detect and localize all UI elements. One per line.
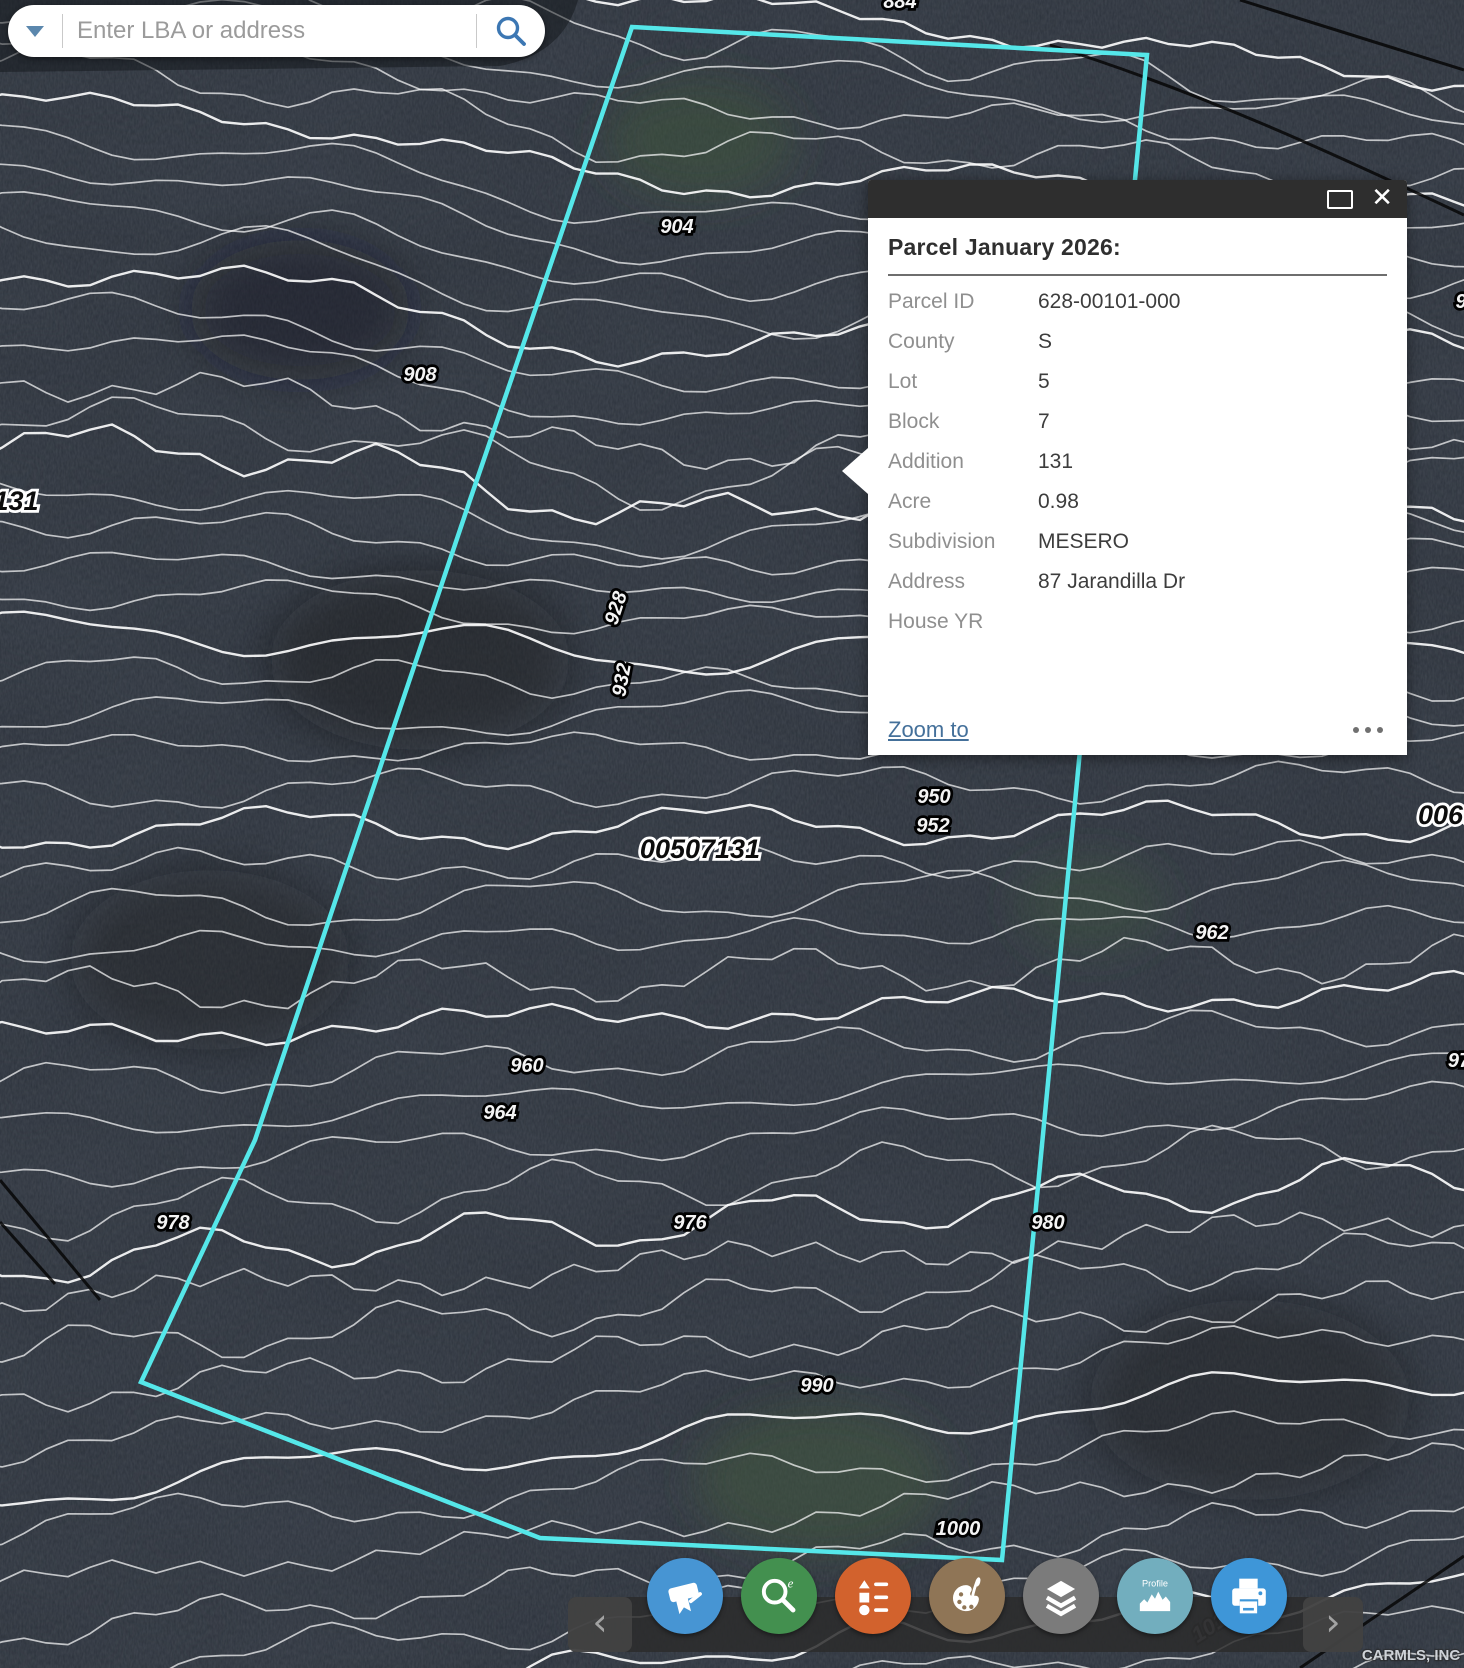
contour-label: 884 [883,0,916,13]
parcel-number-label: 131 [0,486,39,516]
contour-label: 964 [483,1102,516,1124]
contour-label: 9 [1455,291,1464,313]
field-value: MESERO [1038,530,1129,554]
field-row: County S [888,322,1387,362]
field-value: 131 [1038,450,1073,474]
field-label: House YR [888,610,1038,634]
chevron-right-icon: › [1325,1603,1340,1641]
field-value: 628-00101-000 [1038,290,1180,314]
field-value: 87 Jarandilla Dr [1038,570,1185,594]
field-label: Block [888,410,1038,434]
map-watermark: CARMLS, INC [1362,1647,1460,1664]
toolbar-prev-button[interactable]: ‹ [568,1597,632,1652]
field-label: Subdivision [888,530,1038,554]
field-label: Parcel ID [888,290,1038,314]
parcel-map-app: 8849049089289329509529629609649789769809… [0,0,1464,1668]
bookmarks-button[interactable] [647,1558,723,1634]
chevron-down-icon [26,26,44,37]
layers-icon [1035,1570,1087,1622]
contour-label: 908 [403,364,437,386]
field-row: Acre 0.98 [888,482,1387,522]
field-value: 5 [1038,370,1050,394]
toolbar-next-button[interactable]: › [1303,1597,1363,1652]
legend-button[interactable] [835,1558,911,1634]
maximize-icon[interactable] [1327,190,1353,209]
field-label: County [888,330,1038,354]
print-button[interactable] [1211,1558,1287,1634]
search-icon [494,14,528,48]
elevation-profile-button[interactable]: Profile [1117,1558,1193,1634]
svg-text:Profile: Profile [1142,1578,1168,1588]
popup-body: Parcel January 2026: Parcel ID 628-00101… [868,218,1407,755]
svg-text:e: e [788,1575,794,1590]
toolbar-tools: e [647,1558,1287,1634]
field-label: Addition [888,450,1038,474]
profile-chart-icon: Profile [1129,1570,1181,1622]
popup-footer: Zoom to [888,717,1387,743]
field-row: Block 7 [888,402,1387,442]
parcel-number-label: 0060 [1418,800,1464,830]
field-row: Address 87 Jarandilla Dr [888,562,1387,602]
printer-icon [1223,1570,1275,1622]
field-label: Address [888,570,1038,594]
search-button[interactable] [477,5,545,57]
contour-label: 978 [156,1212,190,1234]
book-icon [659,1570,711,1622]
search-dropdown-button[interactable] [8,5,62,57]
search-input[interactable] [63,17,476,45]
contour-label: 904 [660,216,693,238]
field-row: Subdivision MESERO [888,522,1387,562]
popup-title: Parcel January 2026: [888,234,1387,261]
palette-icon [941,1570,993,1622]
legend-list-icon [847,1570,899,1622]
field-row: Lot 5 [888,362,1387,402]
chevron-left-icon: ‹ [592,1603,607,1641]
field-label: Lot [888,370,1038,394]
field-value: S [1038,330,1052,354]
close-icon[interactable]: ✕ [1371,185,1393,211]
zoom-to-link[interactable]: Zoom to [888,717,969,743]
field-label: Acre [888,490,1038,514]
contour-label: 950 [917,786,950,808]
search-e-icon: e [753,1570,805,1622]
field-row: House YR [888,602,1387,642]
contour-label: 97 [1448,1050,1464,1072]
field-value: 7 [1038,410,1050,434]
field-row: Addition 131 [888,442,1387,482]
contour-label: 990 [800,1375,833,1397]
parcel-popup: ✕ Parcel January 2026: Parcel ID 628-001… [868,180,1407,755]
field-value: 0.98 [1038,490,1079,514]
contour-label: 952 [916,815,949,837]
contour-label: 962 [1195,922,1228,944]
popup-titlebar: ✕ [868,180,1407,218]
more-options-button[interactable] [1349,723,1387,737]
contour-label: 960 [510,1055,543,1077]
parcel-number-label: 00507131 [640,834,760,864]
contour-label: 980 [1031,1212,1064,1234]
query-search-button[interactable]: e [741,1558,817,1634]
divider [888,274,1387,276]
contour-label: 976 [673,1212,707,1234]
search-bar [8,5,545,57]
draw-style-button[interactable] [929,1558,1005,1634]
popup-pointer [842,448,868,494]
layers-button[interactable] [1023,1558,1099,1634]
contour-label: 1000 [936,1518,981,1540]
field-row: Parcel ID 628-00101-000 [888,282,1387,322]
